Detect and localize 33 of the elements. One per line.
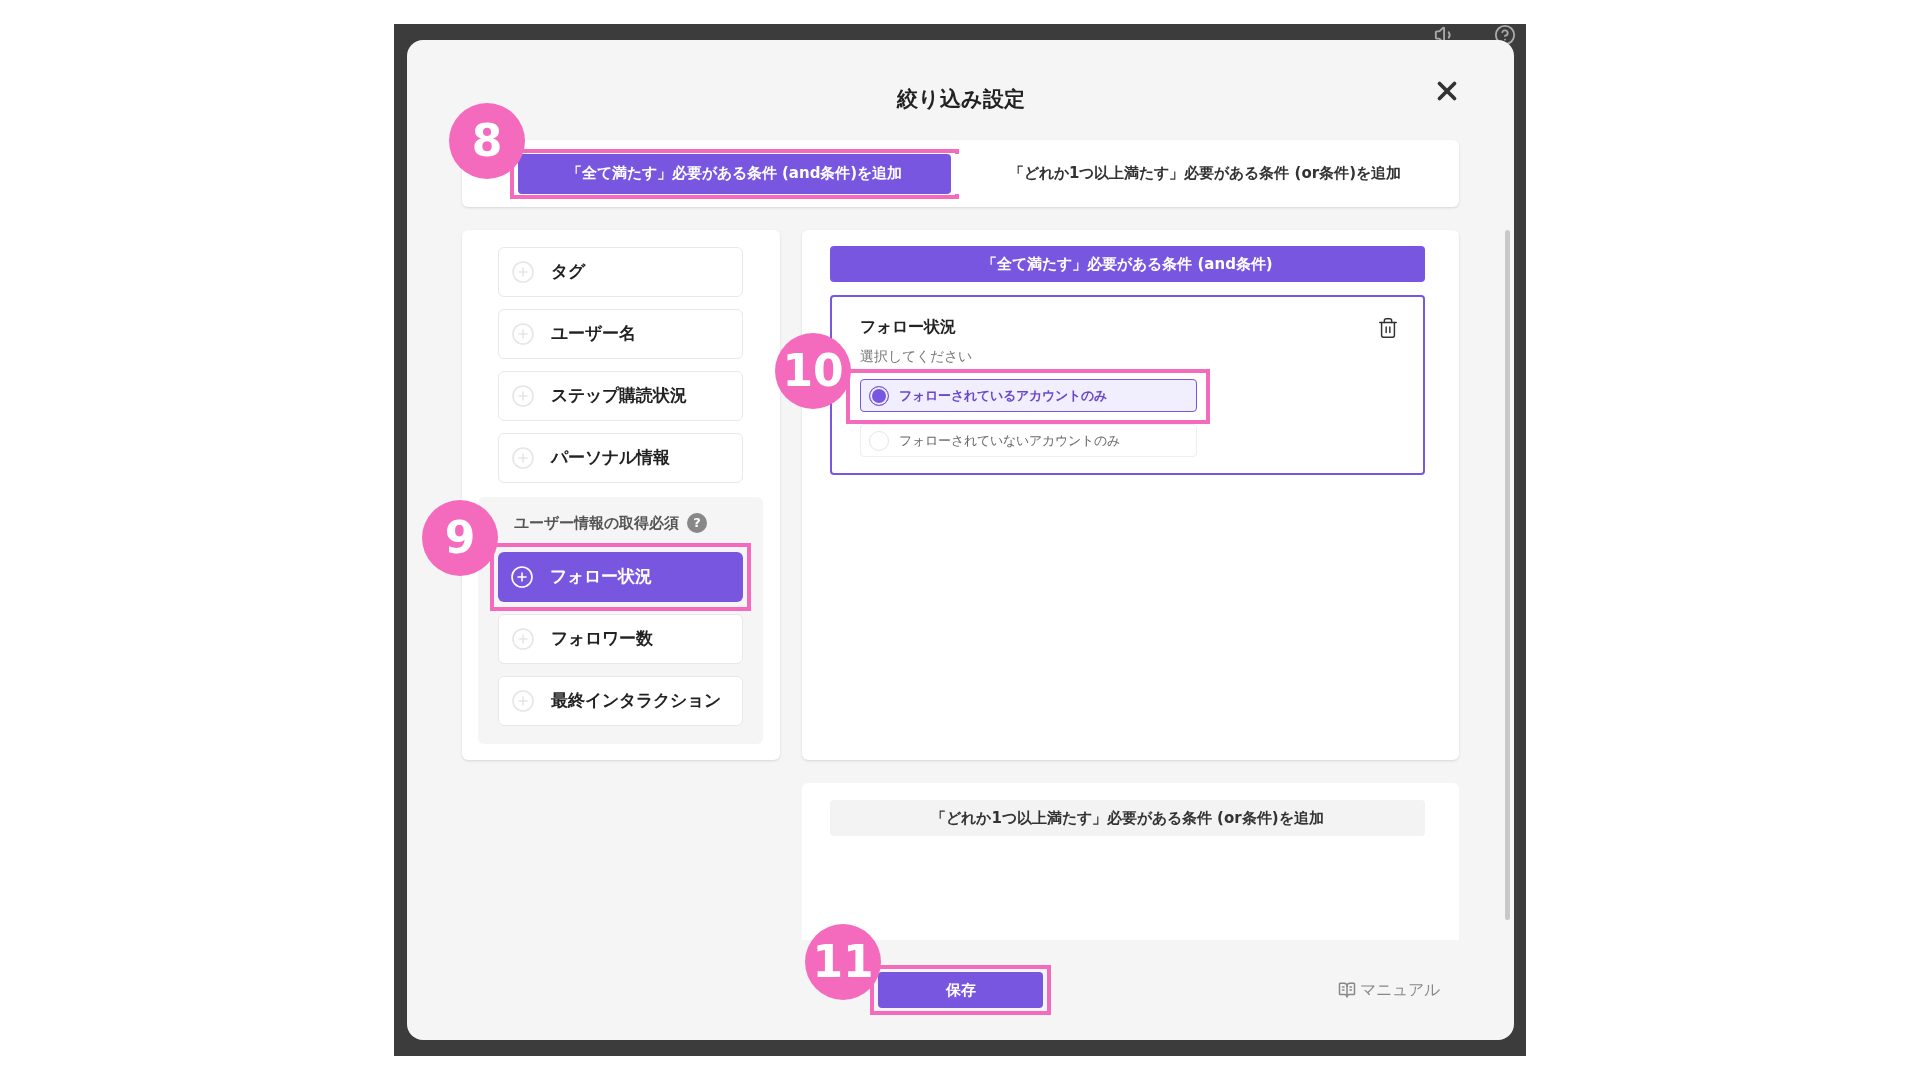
help-icon[interactable]: [1494, 24, 1516, 46]
radio-icon: [869, 430, 889, 451]
plus-icon: [511, 322, 535, 346]
field-item[interactable]: フォロー状況: [498, 552, 743, 602]
step-badge: 10: [775, 333, 851, 409]
step-badge: 8: [449, 102, 525, 179]
plus-icon: [511, 689, 535, 713]
field-item[interactable]: パーソナル情報: [498, 433, 743, 483]
field-item[interactable]: タグ: [498, 247, 743, 297]
hint-text: 選択してください: [860, 347, 972, 365]
condition-title: フォロー状況: [860, 316, 956, 338]
plus-icon: [511, 260, 535, 284]
field-item[interactable]: フォロワー数: [498, 614, 743, 664]
trash-icon[interactable]: [1377, 317, 1399, 339]
radio-option[interactable]: フォローされているアカウントのみ: [860, 379, 1197, 412]
radio-option[interactable]: フォローされていないアカウントのみ: [860, 424, 1197, 457]
field-item[interactable]: ステップ購読状況: [498, 371, 743, 421]
step-badge: 9: [422, 500, 498, 576]
tab[interactable]: 「全て満たす」必要がある条件 (and条件)を追加: [518, 153, 951, 194]
group-title: ユーザー情報の取得必須: [514, 512, 679, 534]
book-icon: [1338, 981, 1356, 999]
dialog-title: 絞り込み設定: [896, 86, 1025, 113]
plus-icon: [511, 384, 535, 408]
help-icon[interactable]: ?: [687, 513, 707, 533]
plus-icon: [510, 565, 534, 589]
plus-icon: [511, 446, 535, 470]
field-item[interactable]: 最終インタラクション: [498, 676, 743, 726]
save-button[interactable]: 保存: [878, 972, 1043, 1008]
and-header: 「全て満たす」必要がある条件 (and条件): [830, 246, 1425, 282]
plus-icon: [511, 627, 535, 651]
field-item[interactable]: ユーザー名: [498, 309, 743, 359]
radio-icon: [869, 385, 889, 406]
add-or-condition-button[interactable]: 「どれか1つ以上満たす」必要がある条件 (or条件)を追加: [830, 800, 1425, 836]
